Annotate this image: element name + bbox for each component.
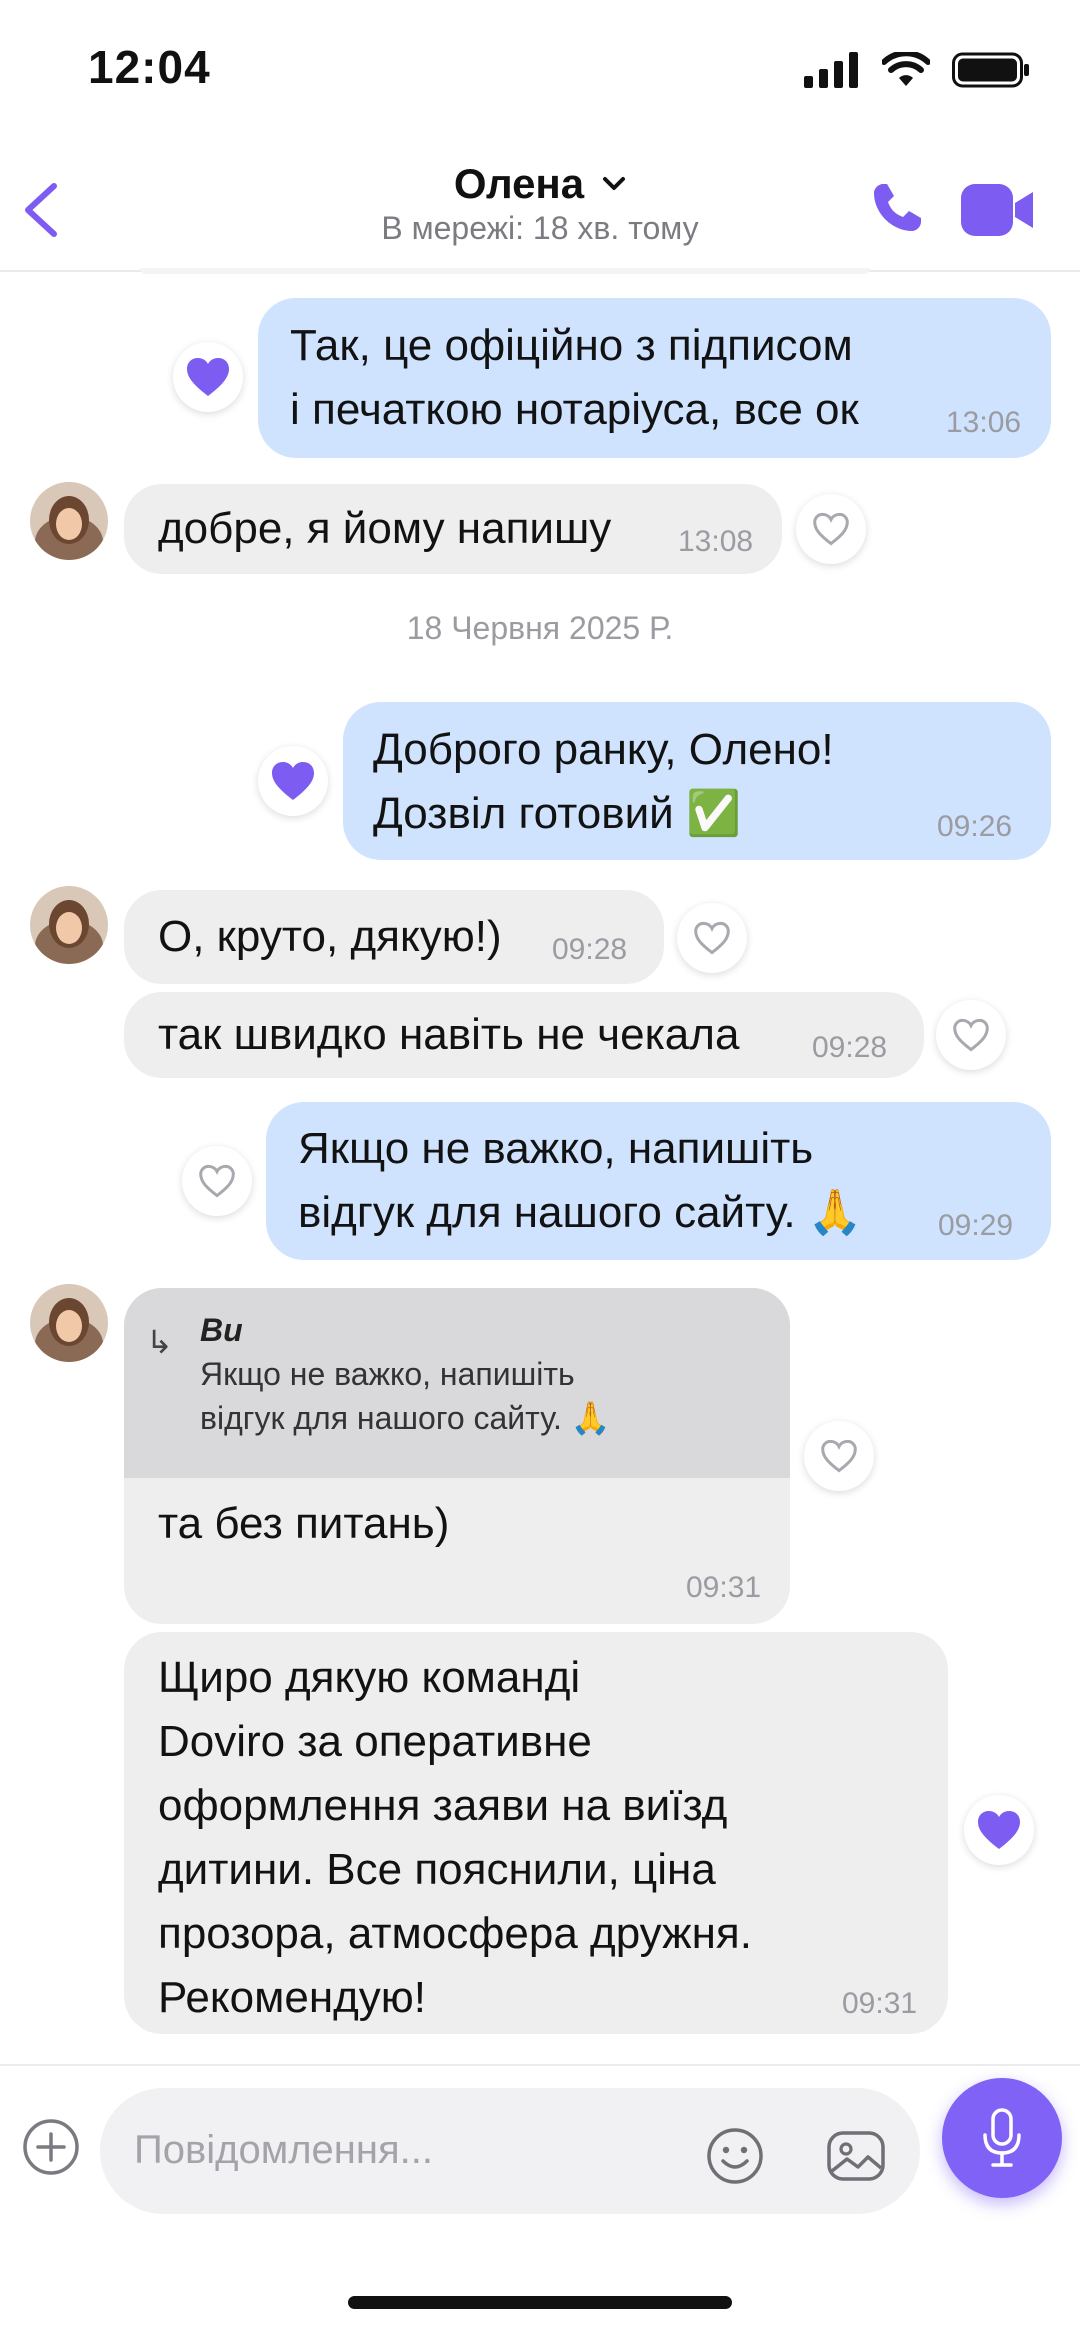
heart-outline-icon bbox=[821, 1439, 857, 1473]
emoji-button[interactable] bbox=[705, 2126, 765, 2191]
message-bubble-outgoing[interactable]: Доброго ранку, Олено! Дозвіл готовий ✅ 0… bbox=[343, 702, 1051, 860]
message-text: Якщо не важко, напишіть відгук для нашог… bbox=[298, 1124, 863, 1237]
home-indicator bbox=[348, 2296, 732, 2309]
heart-filled-icon bbox=[978, 1811, 1020, 1849]
smiley-icon bbox=[707, 2128, 763, 2184]
contact-name: Олена bbox=[453, 160, 585, 207]
wifi-icon bbox=[881, 49, 931, 93]
message-text: Так, це офіційно з підписом і печаткою н… bbox=[290, 321, 859, 434]
like-button[interactable] bbox=[677, 903, 747, 973]
message-bubble-outgoing[interactable]: Так, це офіційно з підписом і печаткою н… bbox=[258, 298, 1051, 458]
like-button[interactable] bbox=[964, 1795, 1034, 1865]
message-bubble-incoming[interactable]: О, круто, дякую!) 09:28 bbox=[124, 890, 664, 984]
microphone-icon bbox=[983, 2108, 1021, 2167]
chat-header: Олена В мережі: 18 хв. тому bbox=[0, 140, 1080, 272]
message-text: О, круто, дякую!) bbox=[158, 912, 502, 961]
like-button[interactable] bbox=[173, 342, 243, 412]
phone-call-button[interactable] bbox=[869, 180, 925, 241]
message-bubble-incoming[interactable]: добре, я йому напишу 13:08 bbox=[124, 484, 782, 574]
message-time: 09:28 bbox=[812, 1031, 888, 1064]
heart-outline-icon bbox=[199, 1164, 235, 1198]
heart-filled-icon bbox=[187, 358, 229, 396]
message-text: добре, я йому напишу bbox=[158, 504, 612, 553]
avatar[interactable] bbox=[30, 482, 108, 560]
like-button[interactable] bbox=[936, 1000, 1006, 1070]
message-input[interactable]: Повідомлення... bbox=[100, 2088, 920, 2214]
message-text: та без питань) bbox=[158, 1499, 450, 1548]
like-button[interactable] bbox=[182, 1146, 252, 1216]
quoted-message[interactable]: ↳ Ви Якщо не важко, напишіть відгук для … bbox=[124, 1288, 790, 1478]
avatar[interactable] bbox=[30, 886, 108, 964]
plus-icon bbox=[23, 2119, 79, 2175]
message-input-placeholder: Повідомлення... bbox=[134, 2128, 433, 2172]
avatar[interactable] bbox=[30, 1284, 108, 1362]
message-time: 09:29 bbox=[938, 1209, 1014, 1242]
message-time: 09:26 bbox=[937, 810, 1013, 843]
gallery-button[interactable] bbox=[825, 2126, 887, 2191]
heart-outline-icon bbox=[953, 1018, 989, 1052]
cellular-signal-icon bbox=[804, 51, 860, 93]
like-button[interactable] bbox=[796, 494, 866, 564]
image-icon bbox=[827, 2131, 885, 2181]
add-attachment-button[interactable] bbox=[22, 2118, 80, 2181]
heart-outline-icon bbox=[694, 921, 730, 955]
message-text: Щиро дякую команді Doviro за оперативне … bbox=[158, 1653, 752, 2022]
like-button[interactable] bbox=[258, 746, 328, 816]
message-time: 09:31 bbox=[842, 1987, 918, 2020]
message-text: Доброго ранку, Олено! Дозвіл готовий ✅ bbox=[373, 725, 834, 838]
video-call-button[interactable] bbox=[959, 182, 1035, 243]
message-bubble-incoming[interactable]: Щиро дякую команді Doviro за оперативне … bbox=[124, 1632, 948, 2034]
message-bubble-outgoing[interactable]: Якщо не важко, напишіть відгук для нашог… bbox=[266, 1102, 1051, 1260]
chevron-down-icon bbox=[602, 154, 626, 202]
battery-icon bbox=[952, 52, 1030, 93]
message-time: 09:31 bbox=[686, 1571, 762, 1604]
voice-message-button[interactable] bbox=[942, 2078, 1062, 2198]
message-time: 09:28 bbox=[552, 933, 628, 966]
message-text: так швидко навіть не чекала bbox=[158, 1010, 740, 1059]
message-time: 13:08 bbox=[678, 525, 754, 558]
date-separator: 18 Червня 2025 Р. bbox=[406, 610, 674, 646]
message-bubble-incoming[interactable]: так швидко навіть не чекала 09:28 bbox=[124, 992, 924, 1078]
previous-message-edge bbox=[140, 268, 870, 274]
reply-arrow-icon: ↳ bbox=[146, 1324, 173, 1360]
heart-outline-icon bbox=[813, 512, 849, 546]
message-bubble-incoming-reply[interactable]: ↳ Ви Якщо не важко, напишіть відгук для … bbox=[124, 1288, 790, 1624]
like-button[interactable] bbox=[804, 1421, 874, 1491]
quote-text: Якщо не важко, напишіть відгук для нашог… bbox=[200, 1356, 611, 1436]
status-time: 12:04 bbox=[88, 41, 211, 93]
heart-filled-icon bbox=[272, 762, 314, 800]
status-icons bbox=[804, 49, 1030, 94]
quote-author: Ви bbox=[200, 1312, 243, 1348]
message-time: 13:06 bbox=[946, 406, 1022, 439]
